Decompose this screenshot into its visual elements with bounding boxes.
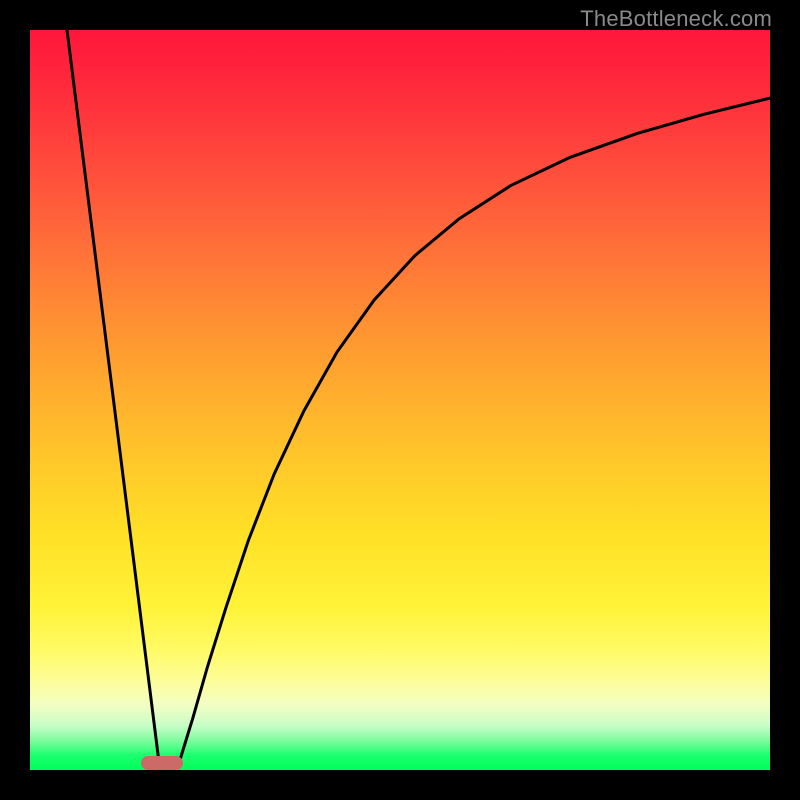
plot-area: [30, 30, 770, 770]
watermark-text: TheBottleneck.com: [580, 6, 772, 32]
gradient-background: [30, 30, 770, 770]
chart-stage: TheBottleneck.com: [0, 0, 800, 800]
